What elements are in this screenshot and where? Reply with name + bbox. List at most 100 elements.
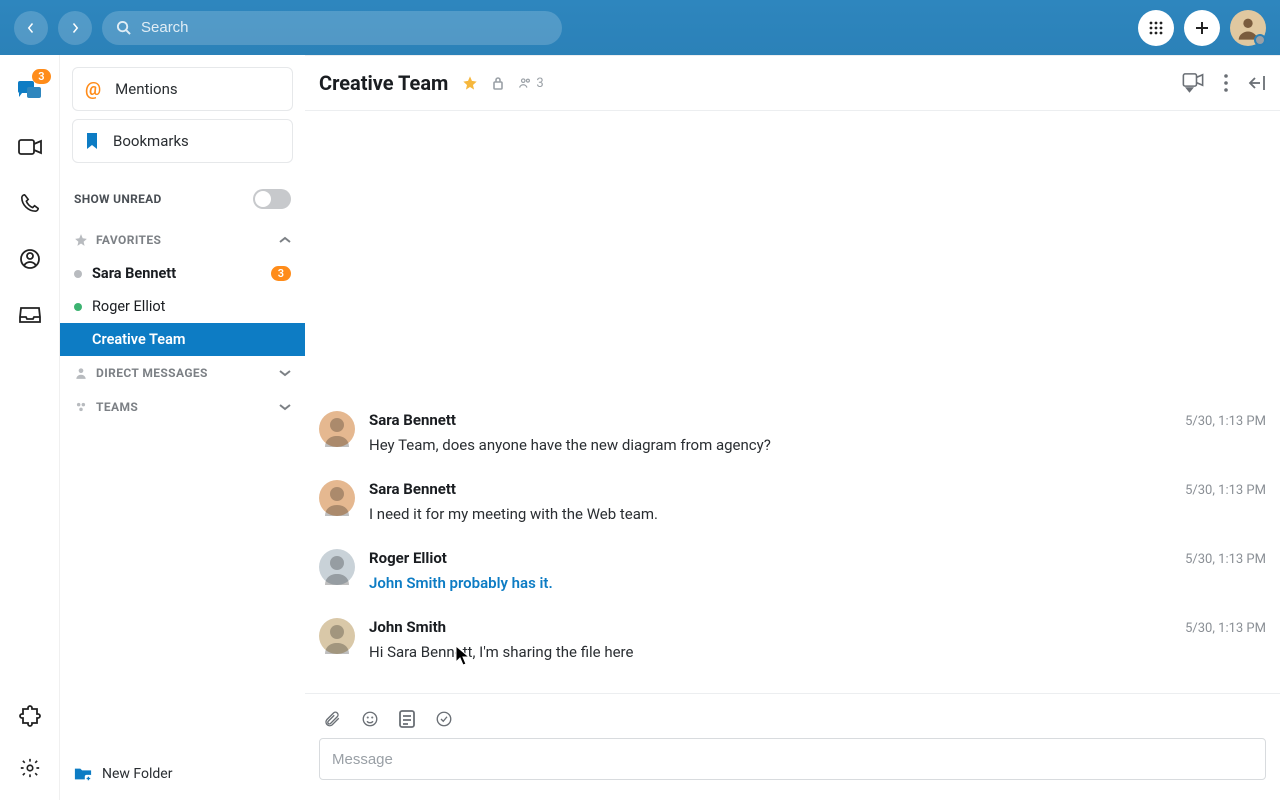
message-text-link[interactable]: John Smith probably has it. (369, 573, 1266, 594)
emoji-button[interactable] (361, 710, 379, 728)
rail-settings[interactable] (11, 754, 49, 782)
collapse-icon (1248, 75, 1266, 91)
note-button[interactable] (399, 710, 415, 728)
show-unread-toggle[interactable] (253, 189, 291, 209)
more-menu-button[interactable] (1224, 74, 1228, 92)
message-list: Sara Bennett 5/30, 1:13 PM Hey Team, does … (305, 111, 1280, 693)
star-outline-icon (74, 233, 88, 247)
chat-title: Creative Team (319, 71, 448, 95)
dm-label: DIRECT MESSAGES (96, 366, 208, 380)
direct-messages-header[interactable]: DIRECT MESSAGES (60, 356, 305, 390)
message-author: Sara Bennett (369, 411, 456, 429)
unread-badge: 3 (32, 69, 50, 84)
plus-icon (1194, 20, 1210, 36)
unread-badge: 3 (271, 266, 291, 281)
message-avatar[interactable] (319, 480, 355, 516)
favorite-name: Sara Bennett (92, 265, 176, 282)
search-input[interactable] (141, 19, 548, 36)
rail-video[interactable] (11, 133, 49, 161)
rail-messages[interactable]: 3 (11, 77, 49, 105)
member-count: 3 (536, 76, 543, 91)
bookmark-icon (85, 133, 99, 149)
message-timestamp: 5/30, 1:13 PM (1185, 552, 1266, 567)
team-icon (74, 400, 88, 414)
presence-dot (74, 270, 82, 278)
message-composer[interactable] (319, 738, 1266, 780)
favorite-name: Roger Elliot (92, 298, 165, 315)
rail-phone[interactable] (11, 189, 49, 217)
nav-back-button[interactable] (14, 11, 48, 45)
attach-button[interactable] (323, 710, 341, 728)
favorite-item[interactable]: Creative Team (60, 323, 305, 356)
smile-icon (361, 710, 379, 728)
dialpad-button[interactable] (1138, 10, 1174, 46)
message-text: I need it for my meeting with the Web te… (369, 504, 1266, 525)
chevron-up-icon (279, 236, 291, 244)
video-icon (1182, 73, 1204, 87)
gear-icon (19, 757, 41, 779)
phone-icon (20, 193, 40, 213)
new-folder-button[interactable]: New Folder (60, 752, 305, 800)
message-avatar[interactable] (319, 549, 355, 585)
mentions-tab[interactable]: @ Mentions (72, 67, 293, 111)
note-icon (399, 710, 415, 728)
rail-inbox[interactable] (11, 301, 49, 329)
task-button[interactable] (435, 710, 453, 728)
favorite-item[interactable]: Sara Bennett 3 (60, 257, 305, 290)
teams-header[interactable]: TEAMS (60, 390, 305, 424)
bookmarks-label: Bookmarks (113, 132, 189, 150)
message: Sara Bennett5/30, 1:13 PMHey Team, does … (319, 399, 1266, 468)
show-unread-row: SHOW UNREAD (60, 171, 305, 223)
message-avatar[interactable] (319, 618, 355, 654)
caret-down-icon (1185, 87, 1194, 93)
sidebar: @ Mentions Bookmarks SHOW UNREAD FAVORIT… (60, 55, 305, 800)
presence-dot (1254, 34, 1266, 46)
composer-area (305, 693, 1280, 800)
chat-header: Creative Team 3 (305, 56, 1280, 111)
message-author: Sara Bennett (369, 480, 456, 498)
message-input[interactable] (332, 751, 1253, 768)
teams-label: TEAMS (96, 400, 138, 414)
at-icon: @ (85, 79, 101, 100)
show-unread-label: SHOW UNREAD (74, 192, 162, 206)
message-text: Hi Sara Bennett, I'm sharing the file he… (369, 642, 1266, 663)
kebab-icon (1224, 74, 1228, 92)
favorites-label: FAVORITES (96, 233, 161, 247)
message-text: Hey Team, does anyone have the new diagr… (369, 435, 1266, 456)
presence-dot (74, 303, 82, 311)
new-folder-label: New Folder (102, 766, 172, 782)
chevron-down-icon (279, 403, 291, 411)
person-outline-icon (74, 366, 88, 380)
message-avatar[interactable] (319, 411, 355, 447)
paperclip-icon (323, 710, 341, 728)
collapse-panel-button[interactable] (1248, 75, 1266, 91)
chat-pane: Creative Team 3 (305, 55, 1280, 800)
chevron-right-icon (69, 22, 81, 34)
search-bar[interactable] (102, 11, 562, 45)
members-indicator[interactable]: 3 (518, 76, 543, 91)
rail-apps[interactable] (11, 702, 49, 730)
video-call-button[interactable] (1182, 73, 1204, 93)
puzzle-icon (19, 705, 41, 727)
folder-plus-icon (74, 766, 92, 782)
nav-forward-button[interactable] (58, 11, 92, 45)
inbox-icon (19, 306, 41, 324)
search-icon (116, 20, 131, 35)
message-author: Roger Elliot (369, 549, 447, 567)
chevron-left-icon (25, 22, 37, 34)
new-item-button[interactable] (1184, 10, 1220, 46)
chevron-down-icon (279, 369, 291, 377)
profile-avatar[interactable] (1230, 10, 1266, 46)
star-icon[interactable] (462, 75, 478, 91)
nav-rail: 3 (0, 55, 60, 800)
message-timestamp: 5/30, 1:13 PM (1185, 621, 1266, 636)
user-circle-icon (19, 248, 41, 270)
lock-icon (492, 76, 504, 90)
dialpad-icon (1148, 20, 1164, 36)
favorites-header[interactable]: FAVORITES (60, 223, 305, 257)
rail-contacts[interactable] (11, 245, 49, 273)
bookmarks-tab[interactable]: Bookmarks (72, 119, 293, 163)
favorite-name: Creative Team (92, 331, 185, 348)
video-icon (18, 139, 42, 155)
favorite-item[interactable]: Roger Elliot (60, 290, 305, 323)
